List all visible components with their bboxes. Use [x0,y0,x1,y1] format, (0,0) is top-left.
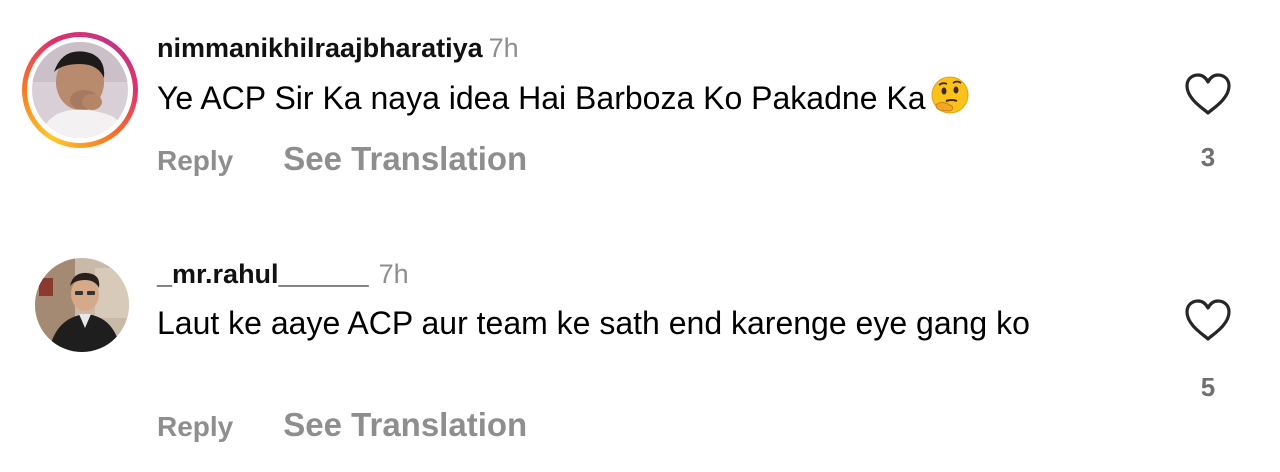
avatar[interactable] [35,258,129,352]
comment-actions: Reply See Translation [157,406,527,444]
comment-header: _mr.rahul______ 7h [157,258,409,290]
timestamp: 7h [378,259,409,289]
see-translation-button[interactable]: See Translation [283,406,527,444]
comment-body: Laut ke aaye ACP aur team ke sath end ka… [157,305,1030,341]
heart-icon[interactable] [1178,298,1238,342]
like-count: 5 [1200,372,1216,402]
username[interactable]: _mr.rahul______ [157,259,369,289]
like-group: 5 [1178,298,1238,403]
reply-button[interactable]: Reply [157,411,233,443]
comment-item-2: _mr.rahul______ 7h Laut ke aaye ACP aur t… [0,0,1280,472]
comment-text: Laut ke aaye ACP aur team ke sath end ka… [157,302,1117,344]
